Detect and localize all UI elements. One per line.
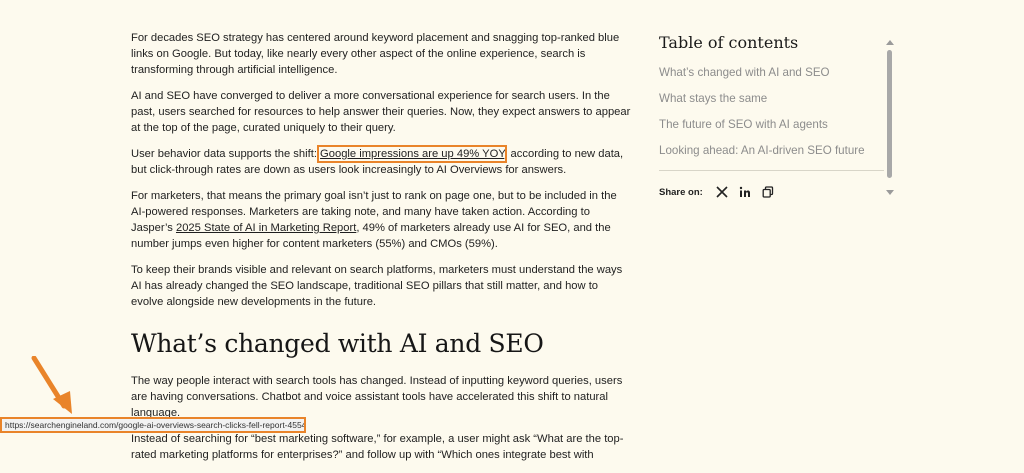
jasper-report-link[interactable]: 2025 State of AI in Marketing Report [176,222,356,234]
table-of-contents: Table of contents What’s changed with AI… [659,33,889,199]
copy-link-icon[interactable] [761,185,775,199]
paragraph-marketers: For marketers, that means the primary go… [131,188,631,252]
paragraph-interaction: The way people interact with search tool… [131,375,623,419]
article-body: For decades SEO strategy has centered ar… [131,30,631,473]
linkedin-icon[interactable] [738,185,752,199]
section-heading: What’s changed with AI and SEO [131,329,544,358]
paragraph-behavior-text-1: User behavior data supports the shift: [131,148,321,160]
x-icon[interactable] [715,185,729,199]
arrow-annotation-icon [31,356,72,414]
toc-divider [659,170,884,171]
toc-item-stays-same[interactable]: What stays the same [659,92,889,105]
share-bar: Share on: [659,185,889,199]
scroll-up-icon[interactable] [886,40,894,45]
paragraph-visible: To keep their brands visible and relevan… [131,264,623,308]
paragraph-converged: AI and SEO have converged to deliver a m… [131,90,631,134]
google-impressions-link[interactable]: Google impressions are up 49% YOY [317,145,508,163]
scrollbar-thumb[interactable] [887,50,892,178]
paragraph-example: Instead of searching for “best marketing… [131,433,624,461]
paragraph-intro: For decades SEO strategy has centered ar… [131,32,620,76]
toc-item-looking-ahead[interactable]: Looking ahead: An AI-driven SEO future [659,144,889,157]
toc-item-changed[interactable]: What’s changed with AI and SEO [659,66,889,79]
status-bar-url: https://searchengineland.com/google-ai-o… [0,417,306,433]
paragraph-behavior: User behavior data supports the shift: G… [131,145,631,178]
toc-scrollbar[interactable] [885,40,895,195]
toc-item-future[interactable]: The future of SEO with AI agents [659,118,889,131]
toc-title: Table of contents [659,33,799,52]
scroll-down-icon[interactable] [886,190,894,195]
share-label: Share on: [659,186,703,198]
